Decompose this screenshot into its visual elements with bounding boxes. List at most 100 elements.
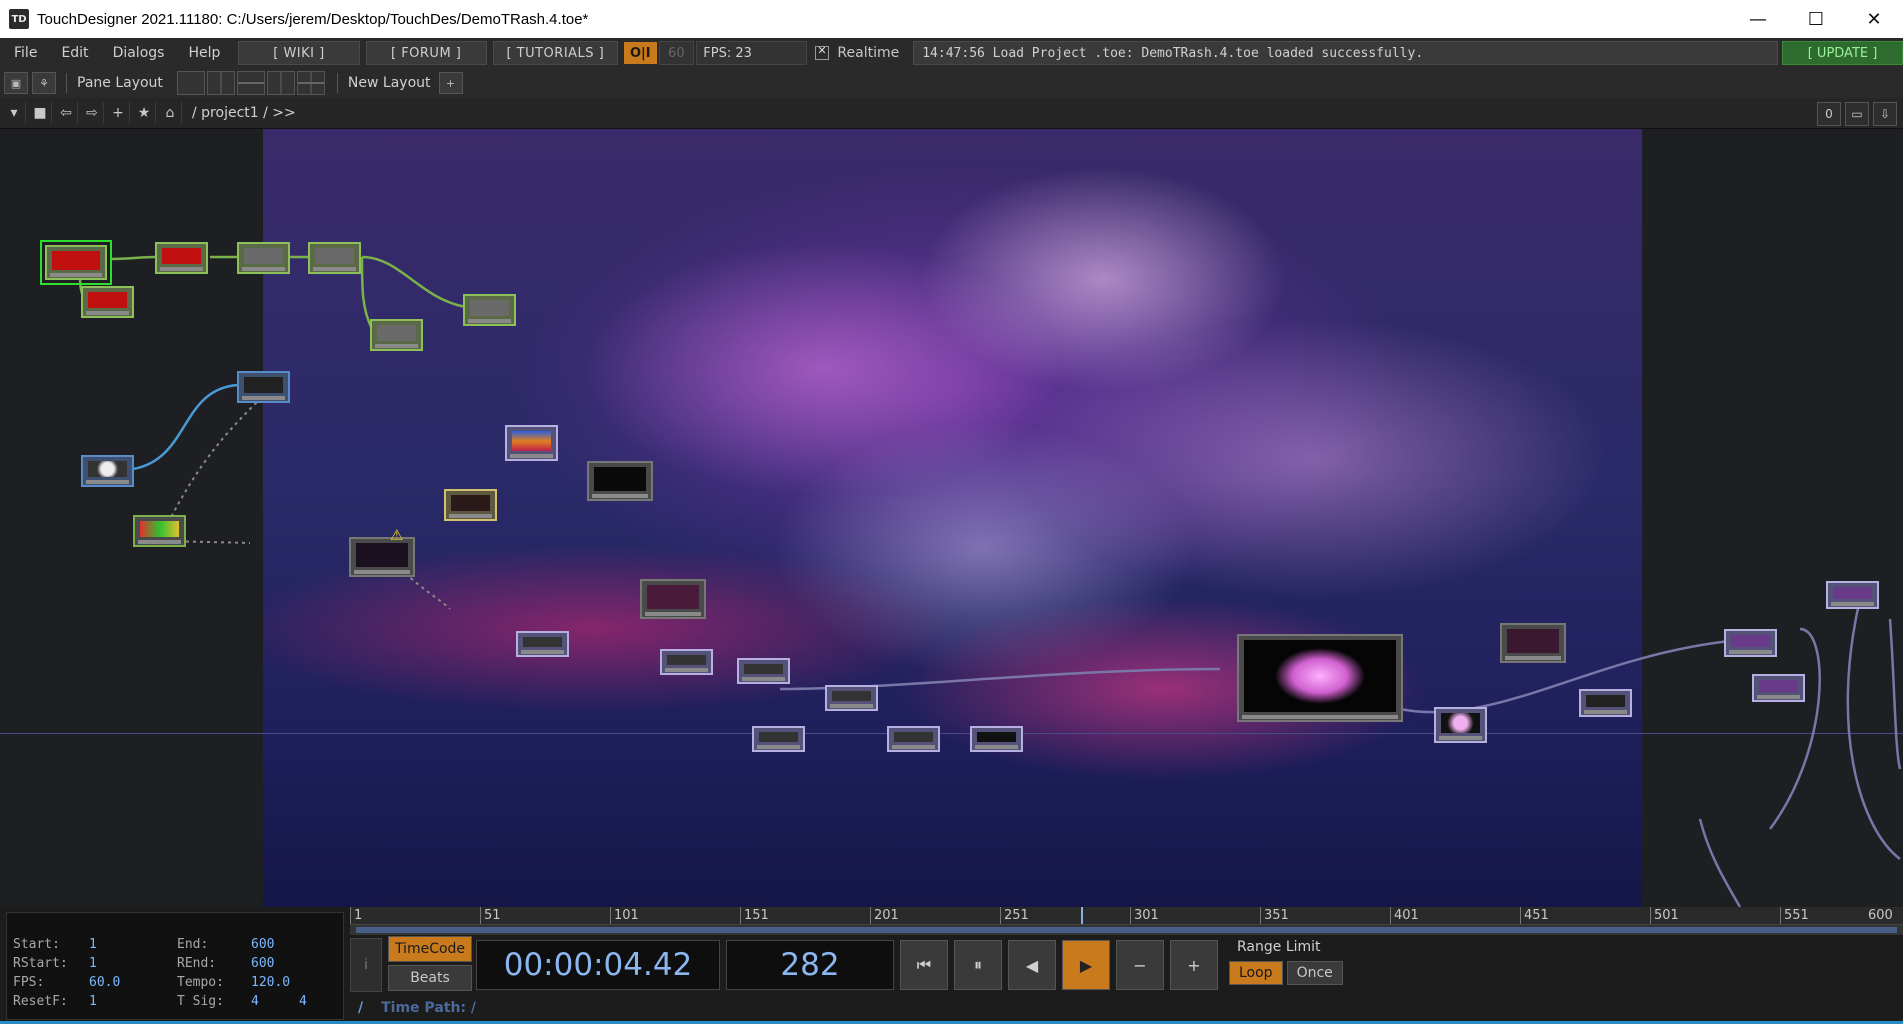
- close-button[interactable]: ✕: [1845, 0, 1903, 38]
- layout-single-button[interactable]: [176, 71, 205, 95]
- current-frame-display[interactable]: 282: [726, 940, 894, 990]
- beats-mode-button[interactable]: Beats: [388, 965, 472, 991]
- forward-arrow-icon[interactable]: ⇨: [81, 102, 104, 124]
- dat-node[interactable]: [516, 631, 569, 657]
- timecode-mode-button[interactable]: TimeCode: [388, 936, 472, 962]
- add-icon[interactable]: +: [107, 102, 130, 124]
- dat-node[interactable]: [887, 726, 940, 752]
- time-path-root[interactable]: /: [358, 1000, 363, 1016]
- chop-node[interactable]: [133, 515, 186, 547]
- point-cloud-top-node[interactable]: [349, 537, 415, 577]
- timeline-scroll-thumb[interactable]: [356, 927, 1897, 933]
- pane-layout-bar: ▣ ⚘ Pane Layout New Layout +: [0, 68, 1903, 99]
- layout-split-vertical-button[interactable]: [206, 71, 235, 95]
- output-top-node-viewer[interactable]: [1237, 634, 1403, 722]
- star-icon[interactable]: ★: [133, 102, 156, 124]
- perform-mode-toggle[interactable]: O|I: [623, 42, 657, 64]
- step-minus-button[interactable]: −: [1116, 940, 1164, 990]
- forum-button[interactable]: [ FORUM ]: [365, 41, 487, 65]
- play-icon[interactable]: ▶: [1062, 940, 1110, 990]
- top-node[interactable]: [237, 242, 290, 274]
- ruler-tick: 251: [1000, 907, 1029, 924]
- realtime-checkbox[interactable]: [815, 44, 830, 60]
- top-node[interactable]: [1434, 707, 1487, 743]
- network-editor[interactable]: ⚠: [0, 129, 1903, 907]
- top-node[interactable]: [1826, 581, 1879, 609]
- layout-three-pane-button[interactable]: [266, 71, 295, 95]
- realtime-toggle[interactable]: Realtime: [815, 44, 899, 61]
- end-value[interactable]: 600: [251, 937, 274, 952]
- dat-node[interactable]: [752, 726, 805, 752]
- sop-node[interactable]: [444, 489, 497, 521]
- tsig-numerator[interactable]: 4: [251, 994, 259, 1009]
- stop-icon[interactable]: ■: [29, 102, 52, 124]
- wiki-button[interactable]: [ WIKI ]: [238, 41, 360, 65]
- add-layout-button[interactable]: +: [438, 72, 463, 94]
- ramp-top-node[interactable]: [505, 425, 558, 461]
- menu-dialogs[interactable]: Dialogs: [101, 45, 177, 61]
- back-arrow-icon[interactable]: ⇦: [55, 102, 78, 124]
- info-button[interactable]: i: [350, 938, 382, 992]
- fps-label: FPS:: [13, 975, 45, 990]
- chevron-down-icon[interactable]: ▾: [3, 102, 26, 124]
- layout-four-pane-button[interactable]: [296, 71, 325, 95]
- tutorials-button[interactable]: [ TUTORIALS ]: [492, 41, 618, 65]
- top-node[interactable]: [81, 286, 134, 318]
- layout-split-horizontal-button[interactable]: [236, 71, 265, 95]
- maximize-button[interactable]: ☐: [1787, 0, 1845, 38]
- top-node[interactable]: [155, 242, 208, 274]
- maximize-pane-icon[interactable]: ▭: [1845, 102, 1869, 126]
- menu-file[interactable]: File: [0, 45, 49, 61]
- start-value[interactable]: 1: [89, 937, 97, 952]
- step-back-icon[interactable]: ◀: [1008, 940, 1056, 990]
- rewind-icon[interactable]: ⏮: [900, 940, 948, 990]
- dat-node[interactable]: [660, 649, 713, 675]
- geometry-comp-node[interactable]: [237, 371, 290, 403]
- tempo-value[interactable]: 120.0: [251, 975, 290, 990]
- step-plus-button[interactable]: +: [1170, 940, 1218, 990]
- dat-node[interactable]: [825, 685, 878, 711]
- start-label: Start:: [13, 937, 60, 952]
- top-node[interactable]: [370, 319, 423, 351]
- top-node[interactable]: [463, 294, 516, 326]
- network-path[interactable]: / project1 / >>: [192, 105, 296, 121]
- dat-node[interactable]: [970, 726, 1023, 752]
- rend-value[interactable]: 600: [251, 956, 274, 971]
- warning-icon[interactable]: ⚠: [390, 526, 403, 544]
- top-node[interactable]: [1500, 623, 1566, 663]
- home-icon[interactable]: ⌂: [159, 102, 182, 124]
- fps-value[interactable]: 60.0: [89, 975, 120, 990]
- viewer-toggle-icon[interactable]: ▣: [4, 72, 28, 94]
- pane-count[interactable]: 0: [1817, 102, 1841, 126]
- timeline-ruler[interactable]: 1 51 101 151 201 251 301 351 401 451 501…: [350, 907, 1903, 925]
- pause-icon[interactable]: ⏸: [954, 940, 1002, 990]
- tsig-denominator[interactable]: 4: [299, 994, 307, 1009]
- feedback-top-node[interactable]: [640, 579, 706, 619]
- timeline-scrollbar[interactable]: [350, 925, 1903, 935]
- menu-edit[interactable]: Edit: [49, 45, 100, 61]
- fps-cap-field[interactable]: 60: [658, 41, 695, 65]
- top-node[interactable]: [308, 242, 361, 274]
- pin-icon[interactable]: ⇩: [1873, 102, 1897, 126]
- light-comp-node[interactable]: [81, 455, 134, 487]
- wire: [1768, 627, 1821, 830]
- palette-icon[interactable]: ⚘: [32, 72, 56, 94]
- minimize-button[interactable]: —: [1729, 0, 1787, 38]
- top-node[interactable]: [1724, 629, 1777, 657]
- resetf-value[interactable]: 1: [89, 994, 97, 1009]
- playhead-marker[interactable]: [1080, 907, 1083, 924]
- menu-help[interactable]: Help: [176, 45, 232, 61]
- render-top-node[interactable]: [587, 461, 653, 501]
- update-button[interactable]: [ UPDATE ]: [1782, 41, 1903, 65]
- network-path-bar: ▾ ■ ⇦ ⇨ + ★ ⌂ / project1 / >> 0 ▭ ⇩: [0, 98, 1903, 129]
- dat-node[interactable]: [737, 658, 790, 684]
- timecode-display[interactable]: 00:00:04.42: [476, 940, 720, 990]
- loop-button[interactable]: Loop: [1229, 961, 1283, 985]
- new-layout-label[interactable]: New Layout: [348, 75, 431, 91]
- top-node[interactable]: [1752, 674, 1805, 702]
- time-display-mode: TimeCode Beats: [388, 936, 472, 994]
- top-node[interactable]: [1579, 689, 1632, 717]
- rstart-value[interactable]: 1: [89, 956, 97, 971]
- once-button[interactable]: Once: [1286, 961, 1343, 985]
- movie-file-in-top-node-selected[interactable]: [40, 240, 112, 285]
